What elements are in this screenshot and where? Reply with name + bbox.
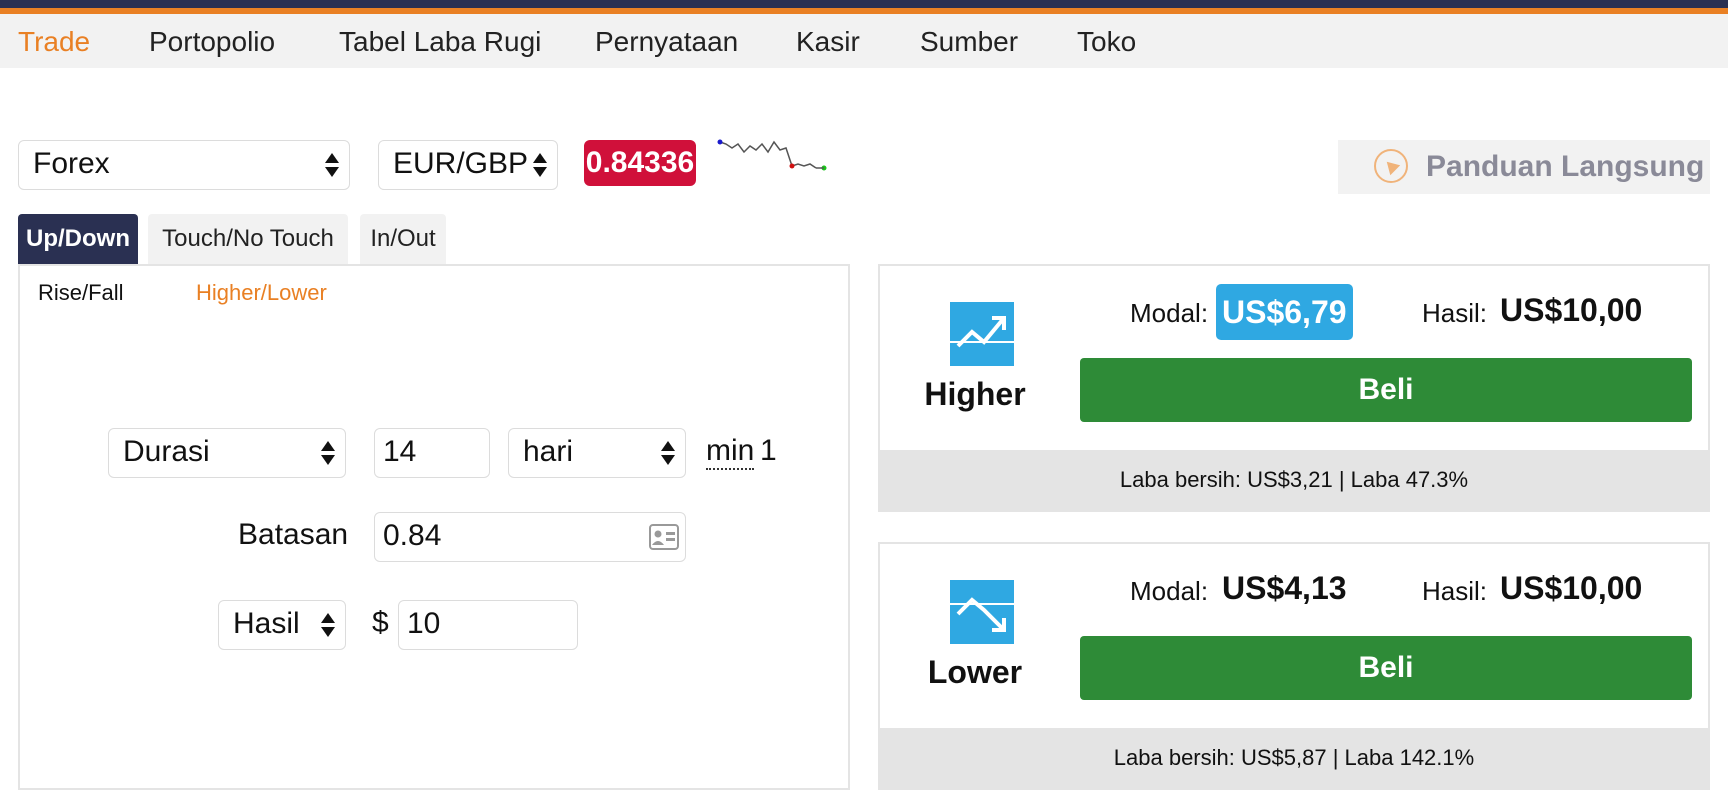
hasil-label: Hasil: — [1422, 576, 1488, 606]
nav-item-tabel-laba-rugi[interactable]: Tabel Laba Rugi — [339, 26, 541, 58]
select-arrows-icon — [661, 441, 675, 465]
tab-up-down[interactable]: Up/Down — [18, 214, 138, 264]
buy-button[interactable]: Beli — [1080, 358, 1692, 422]
min-duration-label: min — [706, 434, 755, 470]
select-arrows-icon — [321, 441, 335, 465]
contact-card-icon — [649, 524, 679, 550]
trend-up-icon — [950, 302, 1014, 366]
barrier-value: 0.84 — [383, 519, 442, 552]
market-select-value: Forex — [33, 147, 110, 180]
top-stripe — [0, 0, 1728, 14]
hasil-value: US$10,00 — [1500, 292, 1643, 328]
subtab-rise-fall[interactable]: Rise/Fall — [38, 280, 124, 306]
main-nav: Trade Portopolio Tabel Laba Rugi Pernyat… — [0, 14, 1728, 68]
nav-item-portopolio[interactable]: Portopolio — [149, 26, 275, 58]
buy-button[interactable]: Beli — [1080, 636, 1692, 700]
hasil-label: Hasil: — [1422, 298, 1488, 328]
payout-type-select[interactable]: Hasil — [218, 600, 346, 650]
contract-card-lower: Lower Modal: US$4,13 Hasil: US$10,00 Bel… — [878, 542, 1710, 790]
modal-value: US$6,79 — [1216, 284, 1353, 340]
contract-name: Lower — [927, 654, 1023, 690]
tab-touch-no-touch[interactable]: Touch/No Touch — [148, 214, 348, 264]
min-duration-value: 1 — [760, 434, 777, 467]
live-guide-button[interactable]: Panduan Langsung — [1338, 140, 1710, 194]
contract-card-higher: Higher Modal: US$6,79 Hasil: US$10,00 Be… — [878, 264, 1710, 512]
tab-in-out[interactable]: In/Out — [360, 214, 446, 264]
symbol-select-value: EUR/GBP — [393, 147, 529, 180]
payout-type-value: Hasil — [233, 607, 300, 640]
duration-unit-value: hari — [523, 435, 574, 468]
currency-symbol: $ — [372, 606, 389, 639]
nav-item-sumber[interactable]: Sumber — [920, 26, 1018, 58]
duration-value-input[interactable]: 14 — [374, 428, 490, 478]
price-sparkline — [717, 139, 827, 171]
market-select[interactable]: Forex — [18, 140, 350, 190]
profit-summary: Laba bersih: US$3,21 | Laba 47.3% — [880, 450, 1708, 510]
hasil-value: US$10,00 — [1500, 570, 1643, 606]
navigation-arrow-icon — [1374, 149, 1408, 183]
modal-value: US$4,13 — [1222, 570, 1347, 606]
spot-price-badge: 0.84336 — [584, 140, 696, 186]
modal-label: Modal: — [1130, 298, 1209, 328]
amount-input[interactable]: 10 — [398, 600, 578, 650]
nav-item-toko[interactable]: Toko — [1077, 26, 1136, 58]
symbol-select[interactable]: EUR/GBP — [378, 140, 558, 190]
subtab-higher-lower[interactable]: Higher/Lower — [196, 280, 327, 306]
trend-down-icon — [950, 580, 1014, 644]
nav-item-pernyataan[interactable]: Pernyataan — [595, 26, 738, 58]
duration-type-value: Durasi — [123, 435, 210, 468]
contract-name: Higher — [924, 376, 1026, 412]
modal-label: Modal: — [1130, 576, 1209, 606]
duration-unit-select[interactable]: hari — [508, 428, 686, 478]
select-arrows-icon — [325, 153, 339, 177]
barrier-input[interactable]: 0.84 — [374, 512, 686, 562]
select-arrows-icon — [321, 613, 335, 637]
duration-type-select[interactable]: Durasi — [108, 428, 346, 478]
profit-summary: Laba bersih: US$5,87 | Laba 142.1% — [880, 728, 1708, 788]
select-arrows-icon — [533, 153, 547, 177]
barrier-label: Batasan — [238, 518, 349, 551]
trade-form-panel: Rise/Fall Higher/Lower Durasi 14 hari mi… — [18, 264, 850, 790]
nav-item-trade[interactable]: Trade — [18, 26, 90, 58]
live-guide-label: Panduan Langsung — [1426, 150, 1705, 183]
nav-item-kasir[interactable]: Kasir — [796, 26, 860, 58]
